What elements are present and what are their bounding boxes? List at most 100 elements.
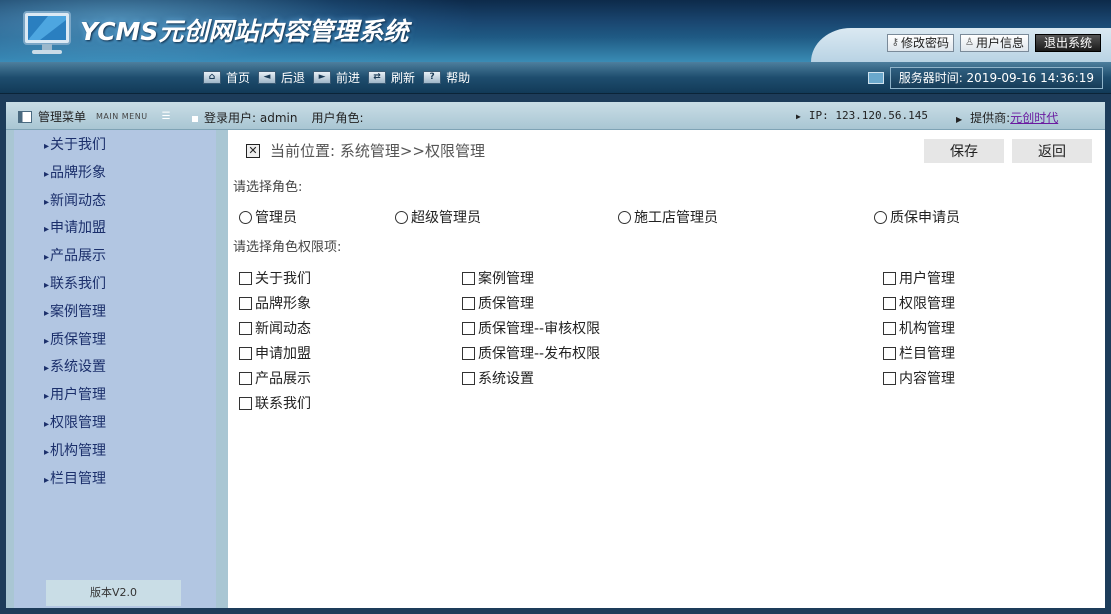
help-icon[interactable]: ? [423,71,442,84]
checkbox[interactable] [239,271,252,285]
save-button[interactable]: 保存 [924,139,1004,163]
perm-label: 内容管理 [899,371,955,387]
radio-button[interactable] [618,210,631,224]
perm-cases[interactable]: 案例管理 [462,268,534,288]
sidebar-item-contact[interactable]: 联系我们 [44,274,106,302]
role-option-warranty-applicant[interactable]: 质保申请员 [874,207,960,227]
radio-button[interactable] [239,210,252,224]
checkbox[interactable] [462,346,475,360]
sidebar-item-join[interactable]: 申请加盟 [44,218,106,246]
collapse-lines-icon[interactable]: ☰ [162,111,171,122]
forward-arrow-icon[interactable]: ► [313,71,332,84]
breadcrumb-text: 当前位置: 系统管理>>权限管理 [270,142,485,160]
perm-users[interactable]: 用户管理 [883,268,955,288]
server-time-panel: 服务器时间: 2019-09-16 14:36:19 [867,67,1103,89]
role-option-admin[interactable]: 管理员 [239,207,297,227]
checkbox[interactable] [883,296,896,310]
role-prompt: 请选择角色: [233,180,303,195]
perm-settings[interactable]: 系统设置 [462,368,534,388]
checkbox[interactable] [883,371,896,385]
sidebar-item-warranty[interactable]: 质保管理 [44,330,106,358]
checkbox[interactable] [462,321,475,335]
checkbox[interactable] [239,346,252,360]
perm-label: 质保管理--发布权限 [478,346,601,362]
perm-about[interactable]: 关于我们 [239,268,311,288]
radio-button[interactable] [874,210,887,224]
nav-help[interactable]: 帮助 [446,69,470,86]
main-content: ✕ 当前位置: 系统管理>>权限管理 保存 返回 请选择角色: 管理员 超级管理… [228,130,1105,608]
sidebar-item-brand[interactable]: 品牌形象 [44,163,106,191]
logout-label: 退出系统 [1043,36,1092,50]
login-user-wrap: 登录用户: admin [192,109,297,126]
sidebar-item-about[interactable]: 关于我们 [44,135,106,163]
permission-prompt: 请选择角色权限项: [233,240,342,255]
checkbox[interactable] [239,396,252,410]
sidebar-item-permissions[interactable]: 权限管理 [44,413,106,441]
perm-permissions[interactable]: 权限管理 [883,293,955,313]
checkbox[interactable] [462,271,475,285]
menu-title-text: 管理菜单 [38,110,87,124]
perm-warranty[interactable]: 质保管理 [462,293,534,313]
provider-info: ▶ 提供商:元创时代 [956,109,1058,126]
provider-label: 提供商: [970,111,1011,125]
perm-label: 关于我们 [255,271,311,287]
back-arrow-icon[interactable]: ◄ [258,71,277,84]
back-button[interactable]: 返回 [1012,139,1092,163]
perm-warranty-publish[interactable]: 质保管理--发布权限 [462,343,600,363]
monitor-logo-icon [23,11,71,54]
change-password-button[interactable]: ⚷ 修改密码 [886,34,954,52]
perm-label: 案例管理 [478,271,534,287]
sidebar-item-news[interactable]: 新闻动态 [44,191,106,219]
nav-forward[interactable]: 前进 [336,69,360,86]
sidebar-item-settings[interactable]: 系统设置 [44,357,106,385]
logout-button[interactable]: 退出系统 [1034,34,1101,52]
user-info-button[interactable]: ♙ 用户信息 [960,34,1029,52]
ip-info: ▶ IP: 123.120.56.145 [796,109,928,122]
sidebar-item-columns[interactable]: 栏目管理 [44,469,106,497]
ip-address: IP: 123.120.56.145 [808,109,929,122]
home-icon[interactable]: ⌂ [203,71,221,84]
provider-link[interactable]: 元创时代 [1010,111,1058,125]
checkbox[interactable] [883,271,896,285]
perm-content[interactable]: 内容管理 [883,368,955,388]
role-label: 施工店管理员 [634,210,718,226]
checkbox[interactable] [462,371,475,385]
perm-label: 产品展示 [255,371,311,387]
footer-bar [0,608,1111,614]
perm-news[interactable]: 新闻动态 [239,318,311,338]
perm-brand[interactable]: 品牌形象 [239,293,311,313]
menu-title: 管理菜单 MAIN MENU ☰ [18,108,171,125]
perm-label: 权限管理 [899,296,955,312]
perm-label: 用户管理 [899,271,955,287]
checkbox[interactable] [883,346,896,360]
perm-join[interactable]: 申请加盟 [239,343,311,363]
sidebar-item-organizations[interactable]: 机构管理 [44,441,106,469]
checkbox[interactable] [239,321,252,335]
sidebar-item-cases[interactable]: 案例管理 [44,302,106,330]
role-option-super-admin[interactable]: 超级管理员 [395,207,481,227]
checkbox[interactable] [239,296,252,310]
checkbox[interactable] [239,371,252,385]
radio-button[interactable] [395,210,408,224]
perm-contact[interactable]: 联系我们 [239,393,311,413]
checkbox[interactable] [462,296,475,310]
perm-columns[interactable]: 栏目管理 [883,343,955,363]
perm-organizations[interactable]: 机构管理 [883,318,955,338]
perm-products[interactable]: 产品展示 [239,368,311,388]
sidebar-item-products[interactable]: 产品展示 [44,246,106,274]
close-icon[interactable]: ✕ [246,143,260,158]
sidebar-item-users[interactable]: 用户管理 [44,385,106,413]
nav-refresh[interactable]: 刷新 [391,69,415,86]
login-info: 登录用户: admin 用户角色: [192,109,364,126]
triangle-icon: ▶ [956,115,963,124]
checkbox[interactable] [883,321,896,335]
perm-label: 新闻动态 [255,321,311,337]
refresh-icon[interactable]: ⇄ [368,71,387,84]
nav-back[interactable]: 后退 [281,69,305,86]
nav-home[interactable]: 首页 [226,69,250,86]
sidebar: 关于我们 品牌形象 新闻动态 申请加盟 产品展示 联系我们 案例管理 质保管理 … [6,130,228,608]
perm-label: 栏目管理 [899,346,955,362]
role-option-store-admin[interactable]: 施工店管理员 [618,207,718,227]
perm-warranty-review[interactable]: 质保管理--审核权限 [462,318,600,338]
role-label: 管理员 [255,210,297,226]
